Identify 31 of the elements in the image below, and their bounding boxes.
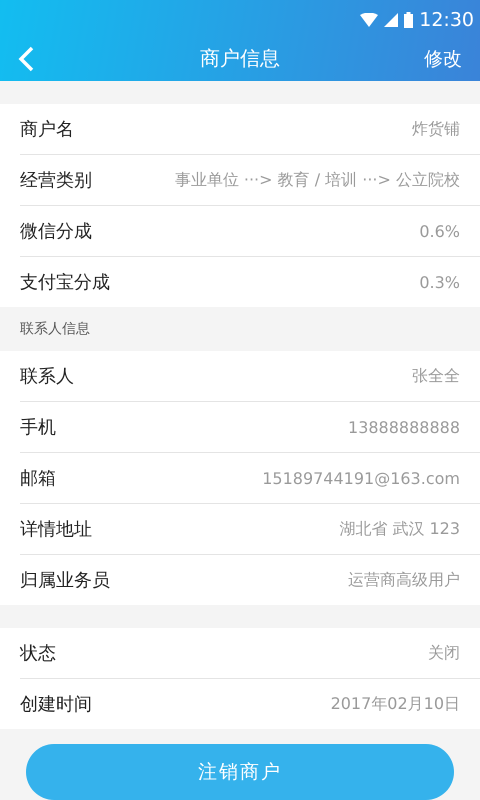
field-value: 张全全 bbox=[412, 366, 460, 386]
field-label: 支付宝分成 bbox=[20, 271, 110, 294]
field-value: 湖北省 武汉 123 bbox=[339, 518, 460, 540]
field-value: 运营商高级用户 bbox=[348, 570, 460, 590]
field-value: 0.6% bbox=[419, 222, 460, 240]
field-label: 创建时间 bbox=[20, 693, 92, 716]
edit-button[interactable]: 修改 bbox=[424, 46, 462, 72]
field-value: 0.3% bbox=[419, 272, 460, 292]
field-value: 13888888888 bbox=[348, 418, 460, 436]
field-value: 事业单位 ···> 教育 / 培训 ···> 公立院校 bbox=[174, 170, 460, 190]
field-label: 邮箱 bbox=[20, 467, 56, 490]
wifi-icon bbox=[360, 13, 378, 27]
field-label: 详情地址 bbox=[20, 518, 92, 541]
field-label: 联系人 bbox=[20, 365, 74, 388]
field-label: 微信分成 bbox=[20, 220, 92, 243]
signal-icon bbox=[384, 13, 398, 27]
status-time: 12:30 bbox=[419, 9, 474, 31]
field-value: 关闭 bbox=[428, 642, 460, 664]
field-label: 状态 bbox=[20, 642, 56, 665]
back-button[interactable] bbox=[18, 46, 34, 72]
page-title: 商户信息 bbox=[200, 45, 280, 72]
field-value: 2017年02月10日 bbox=[330, 694, 460, 714]
field-value: 15189744191@163.com bbox=[262, 468, 460, 488]
cancel-merchant-button[interactable]: 注销商户 bbox=[26, 744, 454, 800]
field-label: 经营类别 bbox=[20, 169, 92, 192]
section-heading: 联系人信息 bbox=[20, 320, 90, 338]
battery-icon bbox=[404, 12, 414, 28]
field-label: 归属业务员 bbox=[20, 569, 110, 592]
field-label: 商户名 bbox=[20, 118, 74, 141]
field-label: 手机 bbox=[20, 416, 56, 439]
field-value: 炸货铺 bbox=[412, 118, 460, 140]
